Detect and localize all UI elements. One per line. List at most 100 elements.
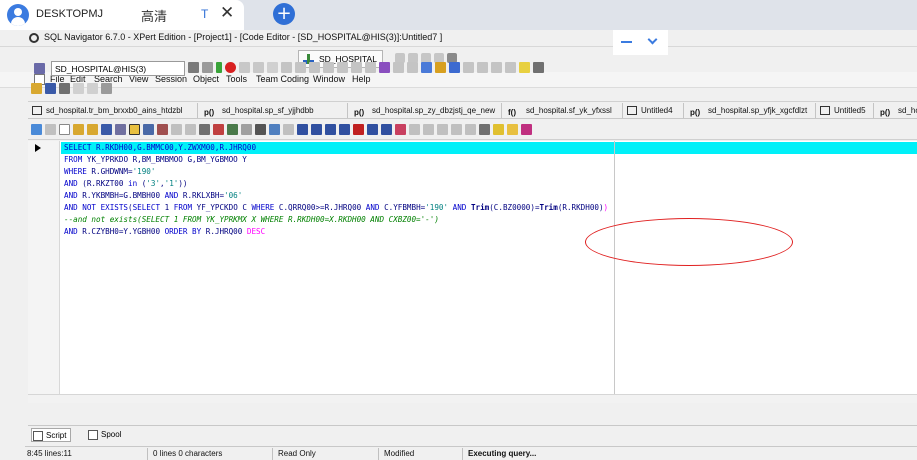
close-icon[interactable]: ✕ — [220, 3, 234, 23]
evaluate-icon[interactable] — [337, 62, 348, 73]
horizontal-scrollbar[interactable] — [28, 394, 917, 403]
filter-icon[interactable] — [157, 124, 168, 135]
tab-label: sd_hospital.sp_zy_dbzjstj_qe_new — [372, 106, 496, 115]
tab-untitled5[interactable]: Untitled5 — [818, 103, 874, 118]
step-out-icon[interactable] — [295, 62, 306, 73]
run-script-icon[interactable] — [269, 124, 280, 135]
save-icon[interactable] — [45, 83, 56, 94]
browser-icon[interactable] — [449, 62, 460, 73]
sort-icon[interactable] — [505, 62, 516, 73]
minimize-icon[interactable] — [621, 41, 632, 43]
step-icon[interactable] — [267, 62, 278, 73]
format-icon[interactable] — [393, 62, 404, 73]
refresh-icon[interactable] — [202, 62, 213, 73]
tab-untitled4[interactable]: Untitled4 — [625, 103, 684, 118]
toggle-icon[interactable] — [239, 62, 250, 73]
open-folder-icon[interactable] — [87, 124, 98, 135]
help-topic-icon[interactable] — [507, 124, 518, 135]
grid-icon[interactable] — [143, 124, 154, 135]
tab-procedure[interactable]: p() sd_hospital.sp_zy_dbzjstj_qe_new — [350, 103, 502, 118]
funnel-icon[interactable] — [171, 124, 182, 135]
help-icon[interactable] — [519, 62, 530, 73]
code-editor[interactable]: SELECT R.RKDH00,G.BMMC00,Y.ZWXM00,R.JHRQ… — [28, 141, 917, 394]
check-icon[interactable] — [379, 62, 390, 73]
undo-icon[interactable] — [73, 83, 84, 94]
previous-icon[interactable] — [311, 124, 322, 135]
replace-icon[interactable] — [477, 62, 488, 73]
profile-icon[interactable] — [451, 124, 462, 135]
window-icon[interactable] — [421, 62, 432, 73]
session-combo[interactable]: SD_HOSPITAL@HIS(3) — [51, 61, 185, 76]
options-icon[interactable] — [101, 83, 112, 94]
back-icon[interactable] — [31, 124, 42, 135]
tab-procedure[interactable]: p() sd_hospital.s — [876, 103, 917, 118]
results-icon[interactable] — [129, 124, 140, 135]
remote-session-tab[interactable]: DESKTOPMJ 高清 T ✕ — [0, 0, 244, 30]
save-file-icon[interactable] — [101, 124, 112, 135]
quality-button[interactable]: 高清 — [141, 6, 167, 25]
new-icon[interactable] — [59, 124, 70, 135]
tab-label: Spool — [101, 430, 122, 439]
find-icon[interactable] — [463, 62, 474, 73]
status-divider — [378, 448, 379, 460]
pin-icon[interactable] — [185, 124, 196, 135]
export-icon[interactable] — [115, 124, 126, 135]
tab-procedure[interactable]: p() sd_hospital.sp_sf_yjjhdbb — [200, 103, 348, 118]
keyword: FROM — [173, 203, 193, 212]
chevron-down-icon[interactable] — [647, 34, 658, 45]
stats-icon[interactable] — [409, 124, 420, 135]
debug-icon[interactable] — [521, 124, 532, 135]
spool-icon — [88, 430, 98, 440]
step-over-icon[interactable] — [281, 62, 292, 73]
callstack-icon[interactable] — [351, 62, 362, 73]
stop-run-icon[interactable] — [353, 124, 364, 135]
watch-icon[interactable] — [323, 62, 334, 73]
layout-icon[interactable] — [253, 62, 264, 73]
list-icon[interactable] — [479, 124, 490, 135]
next-icon[interactable] — [367, 124, 378, 135]
indent-icon[interactable] — [283, 124, 294, 135]
forward-icon[interactable] — [45, 124, 56, 135]
open-file-icon[interactable] — [73, 124, 84, 135]
commit-run-icon[interactable] — [395, 124, 406, 135]
log-icon[interactable] — [465, 124, 476, 135]
breakpoint-icon[interactable] — [309, 62, 320, 73]
compare-icon[interactable] — [491, 62, 502, 73]
explain-icon[interactable] — [407, 62, 418, 73]
properties-icon[interactable] — [188, 62, 199, 73]
text-mode-button[interactable]: T — [201, 7, 208, 21]
sql-file-icon — [820, 106, 830, 115]
step-run-icon[interactable] — [339, 124, 350, 135]
first-icon[interactable] — [297, 124, 308, 135]
variables-icon[interactable] — [255, 124, 266, 135]
tab-script[interactable]: Script — [31, 428, 72, 442]
tab-function[interactable]: f() sd_hospital.sf_yk_yfxssl — [504, 103, 623, 118]
plan-icon[interactable] — [423, 124, 434, 135]
print-icon[interactable] — [59, 83, 70, 94]
add-session-icon[interactable]: + — [273, 3, 295, 25]
connect-icon[interactable] — [34, 63, 45, 74]
trace-icon[interactable] — [437, 124, 448, 135]
play-icon[interactable] — [325, 124, 336, 135]
pause-icon[interactable] — [216, 62, 222, 73]
chart-icon[interactable] — [213, 124, 224, 135]
tab-procedure[interactable]: p() sd_hospital.sp_yfjk_xgcfdlzt — [686, 103, 816, 118]
file-toolbar — [28, 80, 917, 99]
code-comment: --and not exists(SELECT 1 FROM YK_YPRKMX… — [64, 215, 439, 224]
history-icon[interactable] — [365, 62, 376, 73]
last-icon[interactable] — [381, 124, 392, 135]
ampersand-icon[interactable] — [241, 124, 252, 135]
stop-icon[interactable] — [225, 62, 236, 73]
redo-icon[interactable] — [87, 83, 98, 94]
open-icon[interactable] — [31, 83, 42, 94]
editor-icon[interactable] — [435, 62, 446, 73]
settings-icon[interactable] — [533, 62, 544, 73]
code-area[interactable]: SELECT R.RKDH00,G.BMMC00,Y.ZWXM00,R.JHRQ… — [61, 141, 917, 394]
main-toolbar: SD_HOSPITAL@HIS(3) — [28, 59, 917, 78]
tab-spool[interactable]: Spool — [87, 428, 121, 442]
tab-trigger[interactable]: sd_hospital.tr_bm_brxxb0_ains_htdzbl — [30, 103, 198, 118]
table-icon[interactable] — [199, 124, 210, 135]
wizard-icon[interactable] — [493, 124, 504, 135]
layout-grid-icon[interactable] — [227, 124, 238, 135]
code-line: AND (R.RKZT00 in ('3','1')) — [64, 178, 188, 190]
